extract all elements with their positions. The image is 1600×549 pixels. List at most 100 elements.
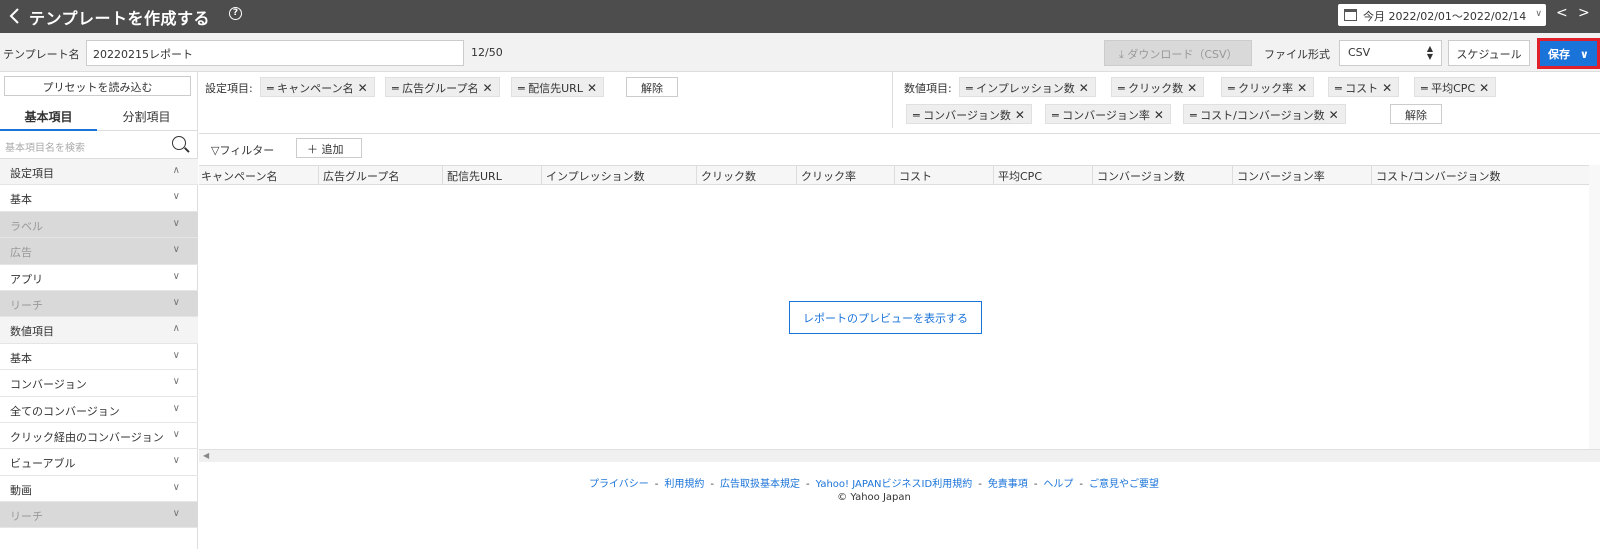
sidebar-item-12[interactable]: 動画 ∨ (0, 476, 198, 503)
download-button[interactable]: ⤓ ダウンロード（CSV） (1104, 40, 1252, 66)
close-icon[interactable]: ✕ (1329, 108, 1339, 122)
metrics-chip[interactable]: ═ クリック数 ✕ (1111, 77, 1205, 97)
column-header[interactable]: キャンペーン名 (201, 168, 277, 184)
footer-link[interactable]: 免責事項 (988, 479, 1028, 490)
footer-link[interactable]: 広告取扱基本規定 (720, 479, 800, 490)
sidebar-item-1[interactable]: 基本 ∨ (0, 185, 198, 212)
add-filter-button[interactable]: ＋ 追加 (296, 138, 362, 158)
sidebar-item-9[interactable]: 全てのコンバージョン ∨ (0, 397, 198, 423)
footer-link[interactable]: ご意見やご要望 (1089, 479, 1159, 490)
show-preview-button[interactable]: レポートのプレビューを表示する (789, 301, 982, 334)
item-search-input[interactable]: 基本項目名を検索 (5, 139, 85, 154)
metrics-chip[interactable]: ═ インプレッション数 ✕ (959, 77, 1096, 97)
prev-period-button[interactable]: < (1556, 5, 1568, 21)
column-header[interactable]: コンバージョン率 (1237, 168, 1325, 184)
load-preset-button[interactable]: プリセットを読み込む (4, 76, 191, 96)
column-header[interactable]: クリック数 (701, 168, 756, 184)
column-separator[interactable] (1232, 166, 1233, 185)
column-header[interactable]: コスト/コンバージョン数 (1376, 168, 1501, 184)
help-icon[interactable]: ? (229, 7, 242, 20)
close-icon[interactable]: ✕ (482, 81, 492, 95)
vertical-scrollbar[interactable] (1589, 165, 1600, 462)
footer-link[interactable]: 利用規約 (664, 479, 704, 490)
sidebar-item-6[interactable]: 数値項目 ∧ (0, 317, 198, 344)
horizontal-scrollbar[interactable]: ◀ (199, 449, 1600, 462)
close-icon[interactable]: ✕ (587, 81, 597, 95)
footer-link[interactable]: Yahoo! JAPANビジネスID利用規約 (816, 479, 973, 490)
sidebar-item-7[interactable]: 基本 ∨ (0, 344, 198, 371)
column-separator[interactable] (1092, 166, 1093, 185)
next-period-button[interactable]: > (1578, 5, 1590, 21)
sidebar-item-8[interactable]: コンバージョン ∨ (0, 370, 198, 397)
settings-chip[interactable]: ═ 配信先URL ✕ (511, 77, 605, 97)
close-icon[interactable]: ✕ (1382, 81, 1392, 95)
close-icon[interactable]: ✕ (1154, 108, 1164, 122)
column-separator[interactable] (541, 166, 542, 185)
column-separator[interactable] (993, 166, 994, 185)
drag-handle-icon[interactable]: ═ (1190, 109, 1200, 122)
date-range-picker[interactable]: 今月 2022/02/01〜2022/02/14 ∨ (1338, 4, 1546, 26)
close-icon[interactable]: ✕ (1297, 81, 1307, 95)
tab-basic-items[interactable]: 基本項目 (0, 101, 97, 131)
column-separator[interactable] (1371, 166, 1372, 185)
sidebar: プリセットを読み込む 基本項目 分割項目 基本項目名を検索 設定項目 ∧ 基本 ∨ ラベ… (0, 72, 198, 549)
metrics-chip[interactable]: ═ コスト/コンバージョン数 ✕ (1183, 104, 1346, 124)
sidebar-item-10[interactable]: クリック経由のコンバージョン ∨ (0, 423, 198, 450)
sidebar-item-4[interactable]: アプリ ∨ (0, 265, 198, 291)
column-header[interactable]: コンバージョン数 (1097, 168, 1185, 184)
metrics-chip[interactable]: ═ クリック率 ✕ (1221, 77, 1315, 97)
back-icon[interactable] (6, 7, 24, 25)
sidebar-item-label: 数値項目 (10, 325, 54, 339)
column-separator[interactable] (442, 166, 443, 185)
drag-handle-icon[interactable]: ═ (966, 82, 976, 95)
settings-chip[interactable]: ═ 広告グループ名 ✕ (385, 77, 500, 97)
drag-handle-icon[interactable]: ═ (1118, 82, 1128, 95)
search-icon[interactable] (172, 136, 186, 150)
column-separator[interactable] (696, 166, 697, 185)
filter-button[interactable]: ▽フィルター (211, 142, 274, 158)
drag-handle-icon[interactable]: ═ (913, 109, 923, 122)
tab-split-items[interactable]: 分割項目 (98, 101, 195, 131)
scroll-left-icon[interactable]: ◀ (203, 451, 209, 460)
template-name-input[interactable]: 20220215レポート (86, 40, 464, 66)
sidebar-item-13: リーチ ∨ (0, 502, 198, 529)
schedule-button[interactable]: スケジュール (1448, 40, 1530, 66)
column-header[interactable]: 配信先URL (447, 168, 502, 184)
sidebar-item-11[interactable]: ビューアブル ∨ (0, 449, 198, 476)
column-header[interactable]: インプレッション数 (546, 168, 645, 184)
column-separator[interactable] (796, 166, 797, 185)
save-button[interactable]: 保存 ∨ (1540, 41, 1597, 66)
metrics-chip[interactable]: ═ コンバージョン数 ✕ (906, 104, 1032, 124)
close-icon[interactable]: ✕ (1479, 81, 1489, 95)
metrics-chip[interactable]: ═ コンバージョン率 ✕ (1045, 104, 1171, 124)
column-header[interactable]: 平均CPC (998, 168, 1042, 184)
item-search[interactable]: 基本項目名を検索 (0, 132, 198, 159)
sidebar-item-label: 基本 (10, 351, 32, 365)
footer-link[interactable]: ヘルプ (1043, 479, 1073, 490)
file-format-select[interactable]: CSV ▲ ▼ (1339, 40, 1442, 66)
metrics-chip[interactable]: ═ 平均CPC ✕ (1414, 77, 1497, 97)
drag-handle-icon[interactable]: ═ (267, 82, 277, 95)
column-separator[interactable] (318, 166, 319, 185)
sidebar-item-label: リーチ (10, 298, 43, 312)
drag-handle-icon[interactable]: ═ (392, 82, 402, 95)
close-icon[interactable]: ✕ (358, 81, 368, 95)
settings-chip[interactable]: ═ キャンペーン名 ✕ (260, 77, 375, 97)
metrics-chip[interactable]: ═ コスト ✕ (1328, 77, 1400, 97)
column-separator[interactable] (894, 166, 895, 185)
column-header[interactable]: コスト (899, 168, 932, 184)
column-header[interactable]: クリック率 (801, 168, 856, 184)
metrics-reset-button[interactable]: 解除 (1390, 104, 1442, 124)
close-icon[interactable]: ✕ (1079, 81, 1089, 95)
footer-link[interactable]: プライバシー (589, 479, 649, 490)
drag-handle-icon[interactable]: ═ (1228, 82, 1238, 95)
drag-handle-icon[interactable]: ═ (1052, 109, 1062, 122)
drag-handle-icon[interactable]: ═ (518, 82, 528, 95)
drag-handle-icon[interactable]: ═ (1421, 82, 1431, 95)
drag-handle-icon[interactable]: ═ (1335, 82, 1345, 95)
column-header[interactable]: 広告グループ名 (323, 168, 399, 184)
close-icon[interactable]: ✕ (1015, 108, 1025, 122)
close-icon[interactable]: ✕ (1187, 81, 1197, 95)
sidebar-item-0[interactable]: 設定項目 ∧ (0, 159, 198, 186)
settings-reset-button[interactable]: 解除 (626, 77, 678, 97)
